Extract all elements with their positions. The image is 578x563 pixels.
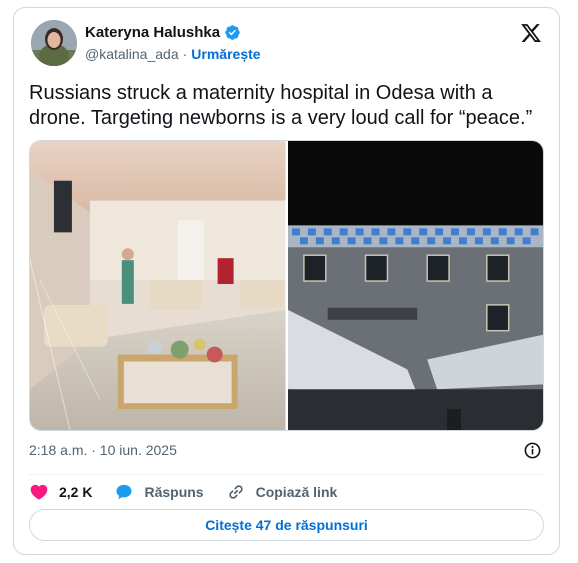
reply-button[interactable]: Răspuns (114, 482, 204, 502)
avatar[interactable] (31, 20, 77, 66)
read-replies-button[interactable]: Citește 47 de răspunsuri (29, 509, 544, 541)
like-count: 2,2 K (59, 484, 93, 500)
like-button[interactable]: 2,2 K (29, 482, 92, 502)
tweet-media[interactable] (29, 140, 544, 431)
media-photo-interior[interactable] (30, 141, 286, 430)
reply-label: Răspuns (144, 484, 204, 500)
link-icon (228, 485, 243, 499)
heart-icon (30, 484, 48, 500)
author-handle[interactable]: @katalina_ada (85, 46, 179, 62)
action-bar: 2,2 K Răspuns Copiază link (29, 481, 359, 503)
author-name[interactable]: Kateryna Halushka (85, 24, 220, 41)
tweet-text: Russians struck a maternity hospital in … (29, 82, 533, 129)
tweet-timestamp[interactable]: 2:18 a.m. · 10 iun. 2025 (29, 442, 177, 458)
handle-separator: · (182, 46, 188, 62)
copy-link-button[interactable]: Copiază link (226, 482, 338, 502)
info-icon[interactable] (523, 441, 542, 460)
divider (29, 474, 544, 475)
tweet-card: Kateryna Halushka @katalina_ada · Urmăre… (13, 7, 560, 555)
follow-button[interactable]: Urmărește (191, 46, 260, 62)
x-logo-icon[interactable] (520, 22, 542, 44)
media-photo-exterior[interactable] (287, 141, 543, 430)
verified-icon (224, 24, 241, 41)
copy-link-label: Copiază link (255, 484, 338, 500)
reply-icon (116, 484, 132, 500)
